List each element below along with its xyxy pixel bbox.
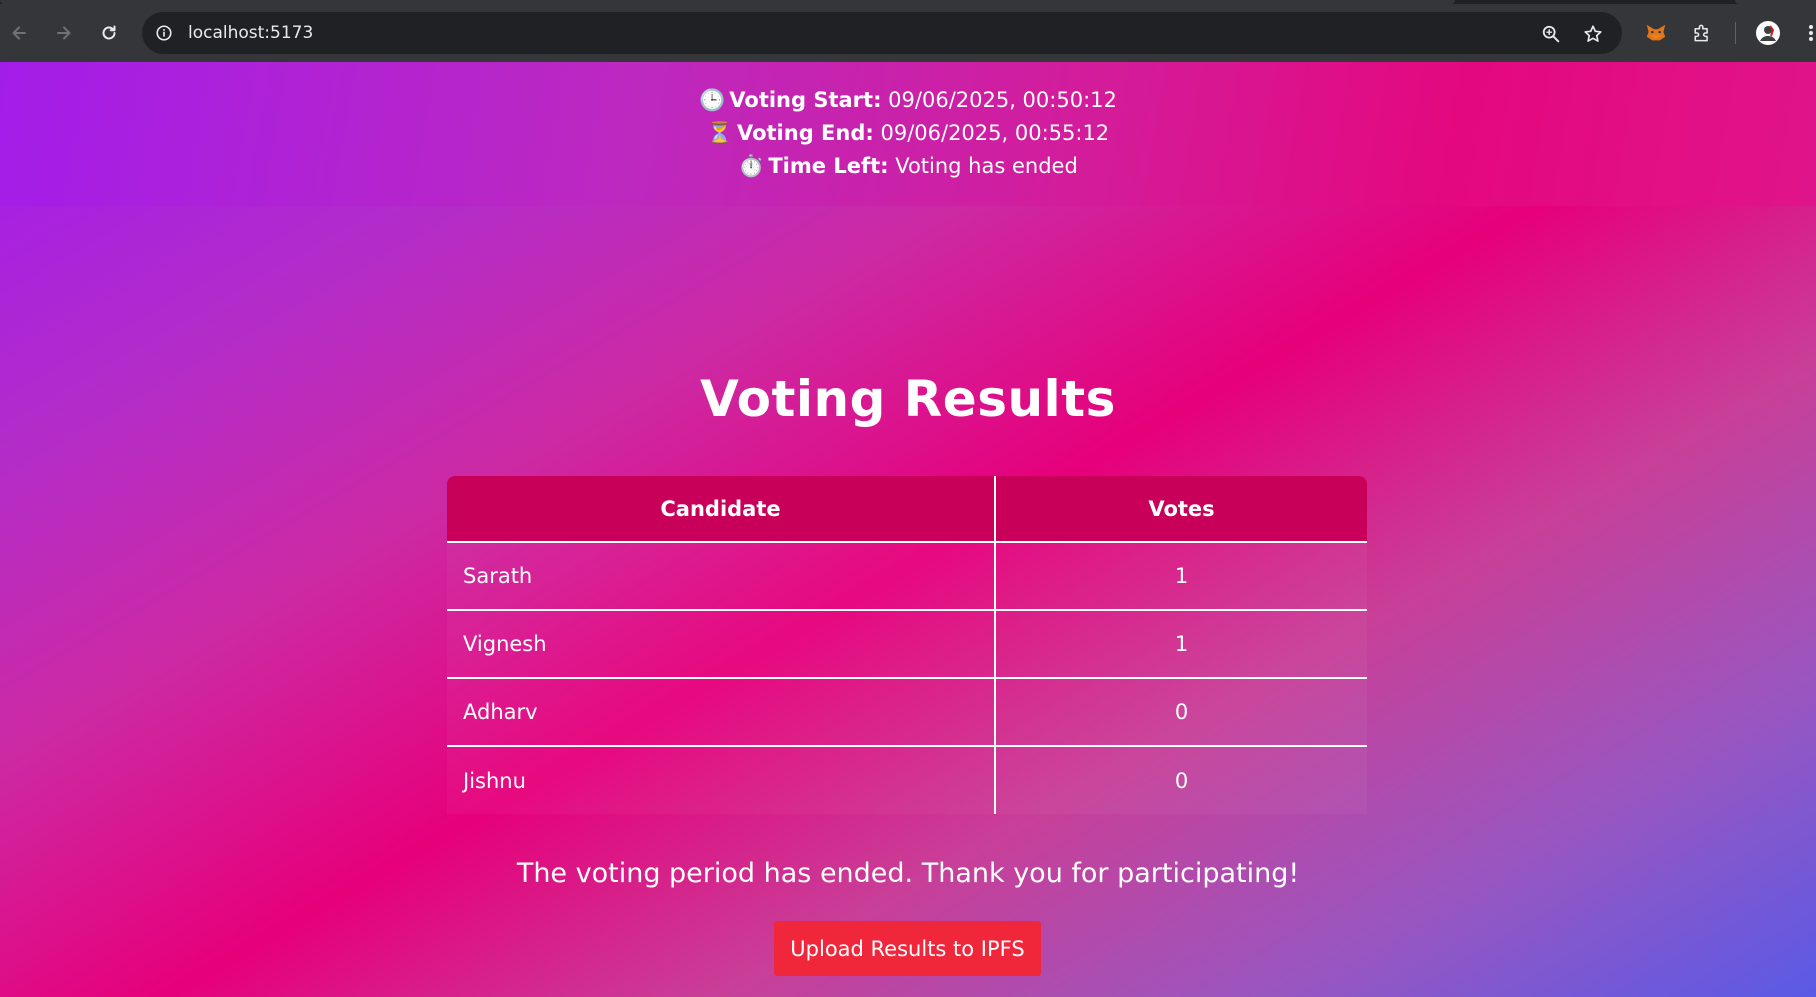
hourglass-icon: ⏳ bbox=[706, 121, 733, 145]
kebab-menu-icon[interactable] bbox=[1802, 20, 1816, 46]
time-left-line: ⏱️ Time Left: Voting has ended bbox=[0, 150, 1816, 183]
clock-icon: 🕒 bbox=[699, 88, 726, 112]
table-row: Sarath 1 bbox=[447, 541, 1367, 610]
star-icon[interactable] bbox=[1582, 23, 1604, 45]
tab-strip bbox=[0, 0, 1816, 4]
voting-end-line: ⏳ Voting End: 09/06/2025, 00:55:12 bbox=[0, 117, 1816, 150]
voting-ended-message: The voting period has ended. Thank you f… bbox=[516, 858, 1300, 889]
page-content: 🕒 Voting Start: 09/06/2025, 00:50:12 ⏳ Vot… bbox=[0, 62, 1816, 997]
info-icon[interactable] bbox=[154, 23, 174, 43]
vote-count: 1 bbox=[995, 609, 1367, 678]
time-left-value: Voting has ended bbox=[895, 154, 1078, 178]
vote-count: 1 bbox=[995, 541, 1367, 610]
zoom-icon[interactable] bbox=[1540, 23, 1562, 45]
table-row: Adharv 0 bbox=[447, 677, 1367, 746]
toolbar-separator bbox=[1735, 22, 1736, 44]
results-table: Candidate Votes Sarath 1 Vignesh 1 Adhar… bbox=[447, 476, 1367, 814]
voting-end-label: Voting End: bbox=[736, 121, 874, 145]
voting-start-line: 🕒 Voting Start: 09/06/2025, 00:50:12 bbox=[0, 84, 1816, 117]
forward-button[interactable] bbox=[49, 18, 79, 48]
address-bar[interactable]: localhost:5173 bbox=[142, 12, 1622, 54]
column-header-votes: Votes bbox=[995, 476, 1367, 543]
candidate-name: Sarath bbox=[447, 541, 996, 610]
active-tab[interactable] bbox=[0, 0, 1455, 4]
candidate-name: Jishnu bbox=[447, 745, 996, 814]
table-row: Vignesh 1 bbox=[447, 609, 1367, 678]
time-left-label: Time Left: bbox=[768, 154, 889, 178]
table-header-row: Candidate Votes bbox=[447, 476, 1367, 543]
vote-count: 0 bbox=[995, 677, 1367, 746]
url-text[interactable]: localhost:5173 bbox=[188, 23, 313, 43]
voting-end-value: 09/06/2025, 00:55:12 bbox=[880, 121, 1110, 145]
browser-toolbar: localhost:5173 bbox=[0, 0, 1816, 62]
tab-strip-right bbox=[1735, 0, 1816, 4]
vote-count: 0 bbox=[995, 745, 1367, 814]
candidate-name: Vignesh bbox=[447, 609, 996, 678]
upload-results-button[interactable]: Upload Results to IPFS bbox=[774, 921, 1041, 976]
candidate-name: Adharv bbox=[447, 677, 996, 746]
avatar[interactable] bbox=[1755, 20, 1781, 46]
reload-icon bbox=[102, 25, 116, 40]
arrow-left-icon bbox=[12, 26, 26, 40]
reload-button[interactable] bbox=[94, 18, 124, 48]
back-button[interactable] bbox=[4, 18, 34, 48]
voting-timer-header: 🕒 Voting Start: 09/06/2025, 00:50:12 ⏳ Vot… bbox=[0, 62, 1816, 206]
puzzle-icon[interactable] bbox=[1689, 20, 1715, 46]
arrow-right-icon bbox=[57, 26, 71, 40]
column-header-candidate: Candidate bbox=[447, 476, 996, 543]
metamask-fox-icon[interactable] bbox=[1643, 20, 1669, 46]
page-title: Voting Results bbox=[700, 370, 1116, 428]
voting-start-label: Voting Start: bbox=[729, 88, 882, 112]
stopwatch-icon: ⏱️ bbox=[738, 154, 765, 178]
table-row: Jishnu 0 bbox=[447, 745, 1367, 814]
voting-start-value: 09/06/2025, 00:50:12 bbox=[888, 88, 1117, 112]
